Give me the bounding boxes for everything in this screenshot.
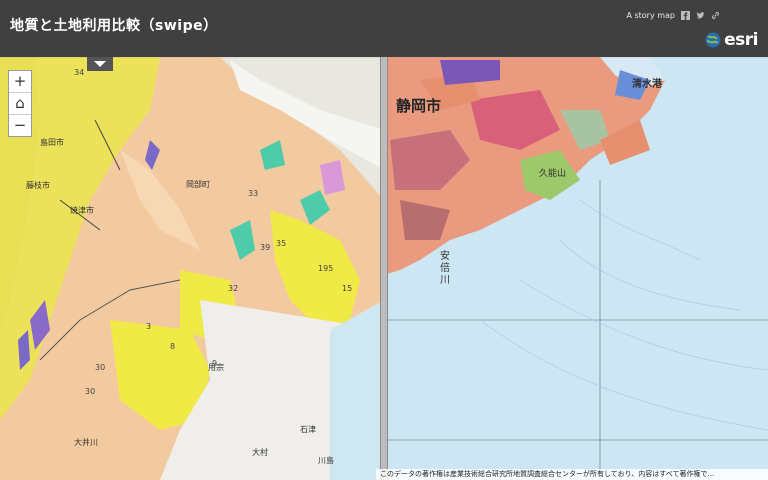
map-attribution: このデータの著作権は産業技術総合研究所地質調査総合センターが所有しており、内容は… (376, 469, 768, 480)
esri-logo[interactable]: esri (705, 30, 758, 50)
zoom-out-button[interactable]: − (9, 115, 31, 136)
zoom-control: + ⌂ − (8, 70, 32, 137)
map-number: 30 (95, 363, 106, 372)
zoom-in-button[interactable]: + (9, 71, 31, 93)
twitter-icon[interactable] (696, 11, 705, 20)
map-label-kunosan: 久能山 (539, 169, 567, 179)
map-label-oisegawa: 大井川 (74, 438, 98, 447)
story-map-links: A story map (626, 11, 720, 20)
map-number: 32 (228, 284, 239, 293)
map-label-kawashima: 川島 (318, 456, 334, 465)
map-label-shimizu-port: 清水港 (632, 79, 662, 90)
collapse-tab-button[interactable] (87, 57, 113, 71)
map-number: 8 (170, 342, 176, 351)
facebook-icon[interactable] (681, 11, 690, 20)
link-icon[interactable] (711, 11, 720, 20)
map-label-abe-3: 川 (440, 275, 450, 286)
map-number: 34 (74, 68, 85, 77)
map-number: 30 (85, 387, 96, 396)
map-number: 195 (318, 264, 334, 273)
map-number: 3 (146, 322, 152, 331)
map-label-ishizu: 石津 (300, 425, 316, 434)
esri-wordmark: esri (724, 30, 758, 50)
swipe-divider-handle[interactable] (380, 57, 388, 480)
map-number: 39 (260, 243, 271, 252)
map-number: 33 (248, 189, 259, 198)
home-button[interactable]: ⌂ (9, 93, 31, 115)
story-map-label[interactable]: A story map (626, 11, 675, 20)
map-number: 15 (342, 284, 353, 293)
map-label-shizuoka-city: 静岡市 (396, 97, 442, 115)
page-title: 地質と土地利用比較（swipe） (10, 18, 218, 34)
map-label-okabe: 岡部町 (186, 180, 210, 189)
map-label-fujieda: 藤枝市 (26, 181, 50, 190)
globe-icon (705, 32, 721, 48)
map-number: 35 (276, 239, 287, 248)
map-label-omura: 大村 (252, 448, 268, 457)
map-label-yaizu: 焼津市 (70, 206, 94, 215)
header-bar: 地質と土地利用比較（swipe） A story map esri (0, 0, 768, 57)
map-label-shimada: 島田市 (40, 138, 64, 147)
map-label-mochimune: 用宗 (208, 363, 224, 372)
